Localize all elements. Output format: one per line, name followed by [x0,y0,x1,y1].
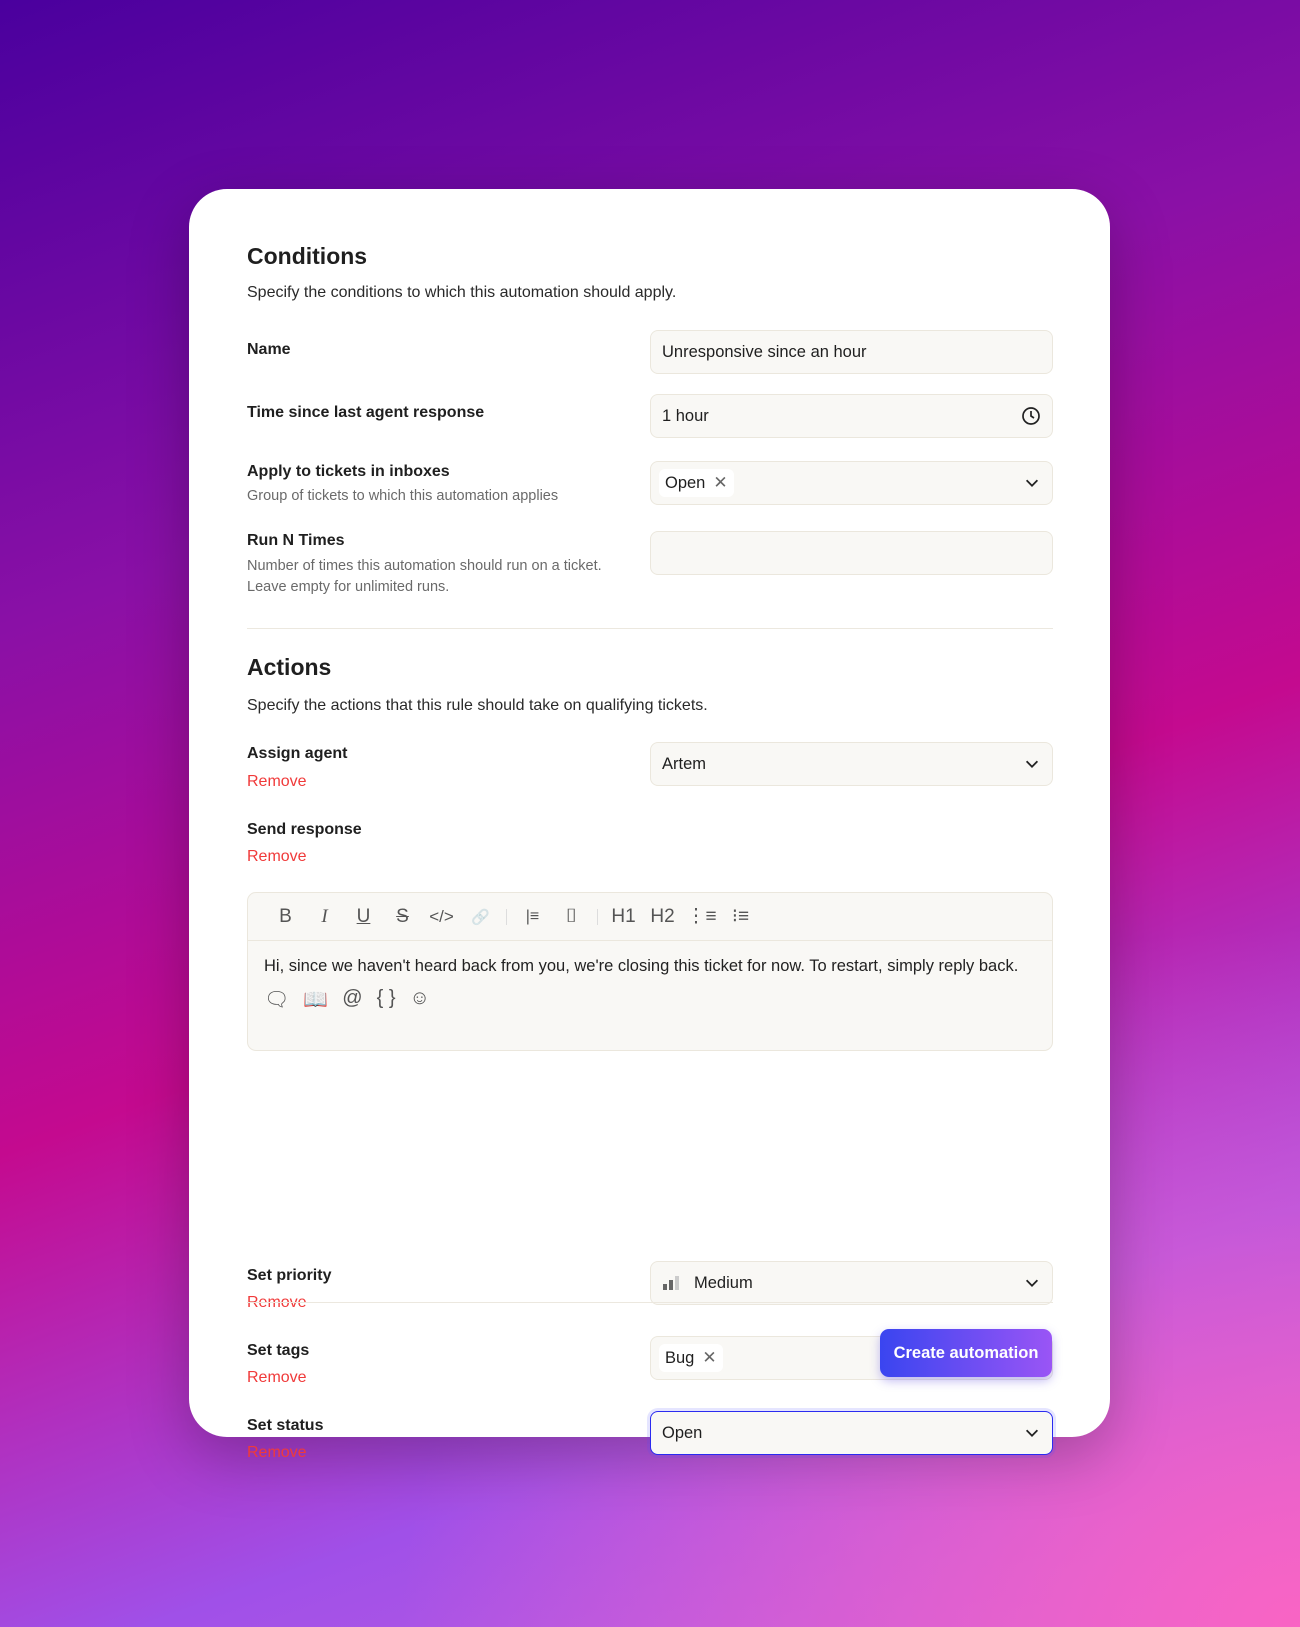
time-label: Time since last agent response [247,404,485,421]
ordered-list-icon[interactable]: ⋮≡ [682,905,721,928]
code-block-icon[interactable]: ⌷ [552,906,591,928]
time-input[interactable]: 1 hour [650,394,1053,438]
response-label: Send response [247,821,362,838]
remove-tags-link[interactable]: Remove [247,1369,307,1387]
code-icon[interactable]: </> [422,907,461,927]
heading1-icon[interactable]: H1 [604,906,643,928]
strikethrough-icon[interactable]: S [383,906,422,928]
conditions-subtitle: Specify the conditions to which this aut… [247,284,677,301]
underline-icon[interactable]: U [344,906,383,928]
chip-label: Open [665,473,706,492]
remove-assign-link[interactable]: Remove [247,773,307,791]
name-input[interactable]: Unresponsive since an hour [650,330,1053,374]
inbox-hint: Group of tickets to which this automatio… [247,488,559,504]
name-label: Name [247,341,291,358]
toolbar-separator [506,908,507,925]
status-label: Set status [247,1417,324,1434]
chevron-down-icon[interactable] [1023,755,1041,773]
actions-subtitle: Specify the actions that this rule shoul… [247,697,708,714]
assign-label: Assign agent [247,745,348,762]
chip-label: Bug [665,1348,695,1367]
close-icon[interactable]: ✕ [713,473,727,493]
time-value: 1 hour [662,406,709,425]
chevron-down-icon[interactable] [1023,1424,1041,1442]
actions-title: Actions [247,654,332,680]
conditions-title: Conditions [247,243,368,269]
emoji-plus-icon[interactable]: ☺ [410,987,430,1012]
remove-priority-link[interactable]: Remove [247,1294,307,1312]
assign-value: Artem [662,754,707,773]
link-icon[interactable]: 🔗 [461,908,500,926]
assign-select[interactable]: Artem [650,742,1053,786]
divider [247,628,1053,629]
inbox-select[interactable]: Open ✕ [650,461,1053,505]
footer-divider [247,1302,1053,1303]
editor-bottom-bar: 🗨 📖 @ { } ☺ [248,979,1052,1020]
inbox-label: Apply to tickets in inboxes [247,463,450,480]
bullet-list-icon[interactable]: ⁝≡ [721,905,760,928]
remove-status-link[interactable]: Remove [247,1444,307,1462]
chevron-down-icon[interactable] [1023,474,1041,492]
priority-label: Set priority [247,1267,332,1284]
tags-label: Set tags [247,1342,310,1359]
editor-toolbar: B I U S </> 🔗 |≡ ⌷ H1 H2 ⋮≡ ⁝≡ [248,893,1052,941]
run-hint: Number of times this automation should r… [247,558,602,595]
remove-response-link[interactable]: Remove [247,848,307,866]
bold-icon[interactable]: B [266,906,305,928]
heading2-icon[interactable]: H2 [643,906,682,928]
create-automation-button[interactable]: Create automation [880,1329,1052,1377]
response-editor[interactable]: B I U S </> 🔗 |≡ ⌷ H1 H2 ⋮≡ ⁝≡ Hi, since… [247,892,1053,1051]
blockquote-icon[interactable]: |≡ [513,908,552,926]
close-icon[interactable]: ✕ [702,1348,716,1368]
italic-icon[interactable]: I [305,906,344,928]
run-input[interactable] [650,531,1053,575]
tag-chip: Bug ✕ [659,1344,723,1372]
priority-select[interactable]: Medium [650,1261,1053,1305]
comment-plus-icon[interactable]: 🗨 [264,987,289,1012]
inbox-chip: Open ✕ [659,469,734,497]
run-label: Run N Times [247,532,345,549]
book-icon[interactable]: 📖 [303,987,328,1012]
at-icon[interactable]: @ [342,987,362,1012]
automation-card: Conditions Specify the conditions to whi… [189,189,1110,1461]
priority-value: Medium [694,1273,753,1292]
status-value: Open [662,1423,703,1442]
status-select[interactable]: Open [650,1411,1053,1455]
priority-bars-icon [663,1276,679,1290]
chevron-down-icon[interactable] [1023,1274,1041,1292]
braces-icon[interactable]: { } [377,987,396,1012]
toolbar-separator [597,908,598,925]
clock-icon[interactable] [1021,406,1041,426]
name-value: Unresponsive since an hour [662,342,867,361]
response-text[interactable]: Hi, since we haven't heard back from you… [248,941,1052,979]
